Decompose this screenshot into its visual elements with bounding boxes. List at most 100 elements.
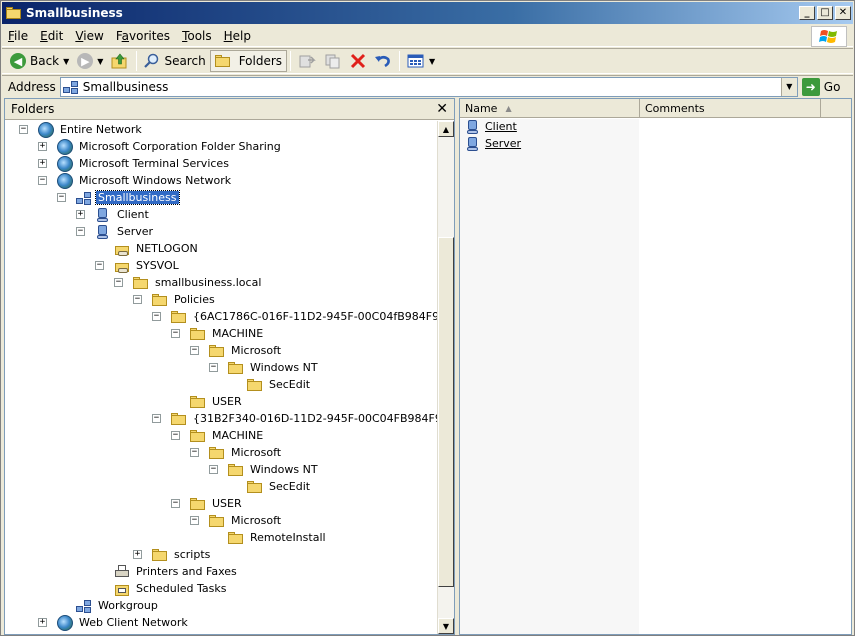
tree-node[interactable]: − SYSVOL xyxy=(95,257,181,274)
title-bar[interactable]: Smallbusiness _ □ ✕ xyxy=(2,2,853,24)
move-to-button[interactable] xyxy=(294,50,320,72)
tree-node[interactable]: USER xyxy=(190,393,244,410)
globe-icon xyxy=(57,138,73,155)
collapse-icon[interactable]: − xyxy=(190,448,199,457)
tree-node[interactable]: RemoteInstall xyxy=(228,529,328,546)
maximize-button[interactable]: □ xyxy=(817,6,833,20)
expand-icon[interactable]: + xyxy=(76,210,85,219)
expand-icon[interactable]: + xyxy=(38,618,47,627)
menu-edit[interactable]: Edit xyxy=(34,29,69,43)
expand-icon[interactable]: + xyxy=(38,142,47,151)
tree-node[interactable]: Scheduled Tasks xyxy=(114,580,229,597)
tree-node[interactable]: − {6AC1786C-016F-11D2-945F-00C04fB984F9} xyxy=(152,308,437,325)
collapse-icon[interactable]: − xyxy=(171,431,180,440)
scroll-thumb[interactable] xyxy=(438,237,454,587)
tree-node[interactable]: Workgroup xyxy=(76,597,160,614)
network-icon xyxy=(76,598,92,614)
go-button[interactable]: ➜ Go xyxy=(801,77,840,96)
tree-node[interactable]: SecEdit xyxy=(247,478,312,495)
tree-node[interactable]: − Entire Network xyxy=(19,121,144,138)
scroll-down-icon[interactable]: ▼ xyxy=(438,618,454,634)
folder-icon xyxy=(190,496,206,512)
globe-icon xyxy=(57,155,73,172)
views-button[interactable]: ▼ xyxy=(403,50,439,72)
tree-node[interactable]: + Microsoft Corporation Folder Sharing xyxy=(38,138,283,155)
menu-tools[interactable]: Tools xyxy=(176,29,218,43)
collapse-icon[interactable]: − xyxy=(95,261,104,270)
address-input[interactable]: Smallbusiness ▼ xyxy=(59,76,798,97)
tree-node[interactable]: − Server xyxy=(76,223,155,240)
tree-node[interactable]: − Microsoft xyxy=(190,444,283,461)
expand-icon[interactable]: + xyxy=(133,550,142,559)
tree-node[interactable]: + Client xyxy=(76,206,151,223)
menu-file[interactable]: File xyxy=(2,29,34,43)
collapse-icon[interactable]: − xyxy=(152,312,161,321)
collapse-icon[interactable]: − xyxy=(133,295,142,304)
views-icon xyxy=(407,54,424,68)
forward-dropdown-icon[interactable]: ▼ xyxy=(97,57,103,66)
menu-help[interactable]: Help xyxy=(218,29,257,43)
windows-logo-icon xyxy=(811,26,847,47)
collapse-icon[interactable]: − xyxy=(57,193,66,202)
collapse-icon[interactable]: − xyxy=(76,227,85,236)
collapse-icon[interactable]: − xyxy=(38,176,47,185)
collapse-icon[interactable]: − xyxy=(209,363,218,372)
tree-node[interactable]: − Microsoft xyxy=(190,512,283,529)
menu-view[interactable]: View xyxy=(69,29,109,43)
delete-button[interactable] xyxy=(346,50,370,72)
collapse-icon[interactable]: − xyxy=(190,516,199,525)
tree-node[interactable]: − USER xyxy=(171,495,244,512)
up-folder-button[interactable] xyxy=(107,50,133,72)
tree-node[interactable]: − Microsoft Windows Network xyxy=(38,172,233,189)
column-header-comments[interactable]: Comments xyxy=(640,99,821,118)
list-item[interactable]: Client xyxy=(465,118,517,135)
tree-node[interactable]: + Web Client Network xyxy=(38,614,190,631)
tree-node[interactable]: − MACHINE xyxy=(171,427,265,444)
computer-icon xyxy=(465,136,481,152)
tree-node[interactable]: − Windows NT xyxy=(209,359,320,376)
collapse-icon[interactable]: − xyxy=(152,414,161,423)
column-header-name[interactable]: Name ▲ xyxy=(460,99,640,118)
tree-node[interactable]: SecEdit xyxy=(247,376,312,393)
tree-node[interactable]: Printers and Faxes xyxy=(114,563,239,580)
close-folders-icon[interactable]: ✕ xyxy=(436,101,448,117)
globe-icon xyxy=(57,172,73,189)
back-button[interactable]: ◀ Back ▼ xyxy=(6,50,73,72)
collapse-icon[interactable]: − xyxy=(114,278,123,287)
forward-button[interactable]: ▶ ▼ xyxy=(73,50,107,72)
list-item-label: Client xyxy=(485,120,517,133)
expand-icon[interactable]: + xyxy=(38,159,47,168)
minimize-button[interactable]: _ xyxy=(799,6,815,20)
collapse-icon[interactable]: − xyxy=(19,125,28,134)
menu-favorites[interactable]: Favorites xyxy=(110,29,176,43)
tree-node[interactable]: + scripts xyxy=(133,546,212,563)
globe-icon xyxy=(57,614,73,631)
column-name-label: Name xyxy=(465,102,498,115)
tree-node[interactable]: − Windows NT xyxy=(209,461,320,478)
back-dropdown-icon[interactable]: ▼ xyxy=(63,57,69,66)
collapse-icon[interactable]: − xyxy=(209,465,218,474)
collapse-icon[interactable]: − xyxy=(171,499,180,508)
close-button[interactable]: ✕ xyxy=(835,6,851,20)
scroll-up-icon[interactable]: ▲ xyxy=(438,121,454,137)
folder-icon xyxy=(228,360,244,376)
tree-node[interactable]: NETLOGON xyxy=(114,240,200,257)
tree-node[interactable]: + Microsoft Terminal Services xyxy=(38,155,231,172)
collapse-icon[interactable]: − xyxy=(171,329,180,338)
address-dropdown-icon[interactable]: ▼ xyxy=(780,77,797,96)
folder-tree-scrollbar[interactable]: ▲ ▼ xyxy=(437,121,454,634)
tree-node[interactable]: − {31B2F340-016D-11D2-945F-00C04FB984F9} xyxy=(152,410,437,427)
search-button[interactable]: Search xyxy=(140,50,209,72)
tree-node[interactable]: − Smallbusiness xyxy=(57,189,180,206)
folders-button[interactable]: Folders xyxy=(209,50,288,72)
tree-node[interactable]: − smallbusiness.local xyxy=(114,274,263,291)
views-dropdown-icon[interactable]: ▼ xyxy=(429,57,435,66)
list-item[interactable]: Server xyxy=(465,135,521,152)
collapse-icon[interactable]: − xyxy=(190,346,199,355)
copy-to-button[interactable] xyxy=(320,50,346,72)
tree-node[interactable]: − Policies xyxy=(133,291,217,308)
undo-button[interactable] xyxy=(370,50,396,72)
tree-node[interactable]: − Microsoft xyxy=(190,342,283,359)
tree-node[interactable]: − MACHINE xyxy=(171,325,265,342)
folder-icon xyxy=(171,411,187,427)
